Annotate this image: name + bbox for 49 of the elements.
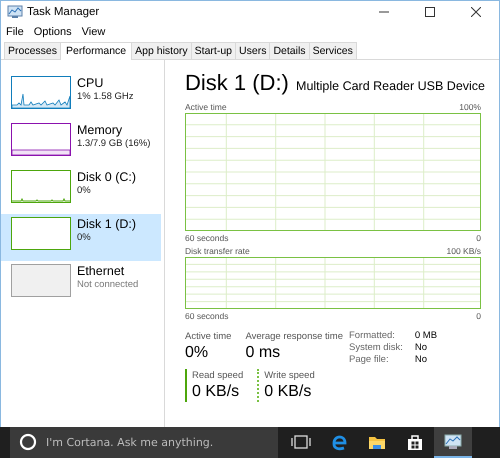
stat-value: 0%	[185, 343, 210, 363]
tab[interactable]: Start-up	[190, 42, 236, 59]
disk-title: Disk 1 (D:)	[185, 70, 289, 96]
menu-item[interactable]: Options	[34, 26, 72, 38]
stat-label: Average response time	[245, 330, 343, 343]
stat-label: Active time	[185, 330, 232, 343]
close-icon	[471, 7, 481, 17]
sidebar-item[interactable]: Disk 1 (D:) 0%	[1, 214, 161, 261]
tab[interactable]: Users	[235, 42, 270, 59]
property-label: System disk:	[349, 342, 403, 353]
speed-marker	[185, 369, 187, 402]
stat-label: Read speed	[192, 369, 244, 382]
taskbar-button[interactable]	[434, 427, 472, 458]
graph-label: Active time	[185, 102, 227, 112]
graph-span: 60 seconds	[185, 310, 228, 320]
tab[interactable]: Processes	[4, 42, 62, 59]
graph-label: Disk transfer rate	[185, 246, 250, 256]
graph-span: 60 seconds	[185, 232, 228, 242]
stat-label: Write speed	[264, 369, 315, 382]
search-field[interactable]: I'm Cortana. Ask me anything.	[10, 427, 278, 458]
app-icon	[7, 5, 23, 19]
graph-min: 0	[476, 310, 481, 320]
property-value: No	[414, 354, 428, 365]
graph-max: 100 KB/s	[446, 246, 481, 256]
stat-value: 0 ms	[245, 343, 282, 363]
cortana-icon	[19, 433, 37, 451]
property-label: Page file:	[349, 354, 390, 365]
tab[interactable]: Services	[308, 42, 357, 59]
graph-max: 100%	[459, 102, 481, 112]
maximize-icon	[425, 7, 435, 17]
property-value: No	[414, 342, 428, 353]
tab[interactable]: Performance	[60, 42, 132, 60]
sidebar-item[interactable]: Disk 0 (C:) 0%	[1, 167, 161, 214]
window-title: Task Manager	[27, 6, 100, 18]
menu-item[interactable]: View	[82, 26, 106, 38]
sidebar-item[interactable]: Memory 1.3/7.9 GB (16%)	[1, 120, 161, 167]
device-name: Multiple Card Reader USB Device	[296, 79, 485, 93]
speed-marker	[257, 369, 260, 402]
tab[interactable]: Details	[269, 42, 310, 59]
tab[interactable]: App history	[131, 42, 192, 59]
shopping-bag-icon	[405, 432, 425, 452]
sidebar-item[interactable]: CPU 1% 1.58 GHz	[1, 73, 161, 120]
property-label: Formatted:	[349, 330, 396, 341]
menu-item[interactable]: File	[6, 26, 24, 38]
monitor-icon	[443, 432, 463, 452]
graph-min: 0	[476, 232, 481, 242]
stat-value: 0 KB/s	[192, 382, 240, 402]
stat-value: 0 KB/s	[264, 382, 312, 402]
property-value: 0 MB	[414, 330, 438, 341]
